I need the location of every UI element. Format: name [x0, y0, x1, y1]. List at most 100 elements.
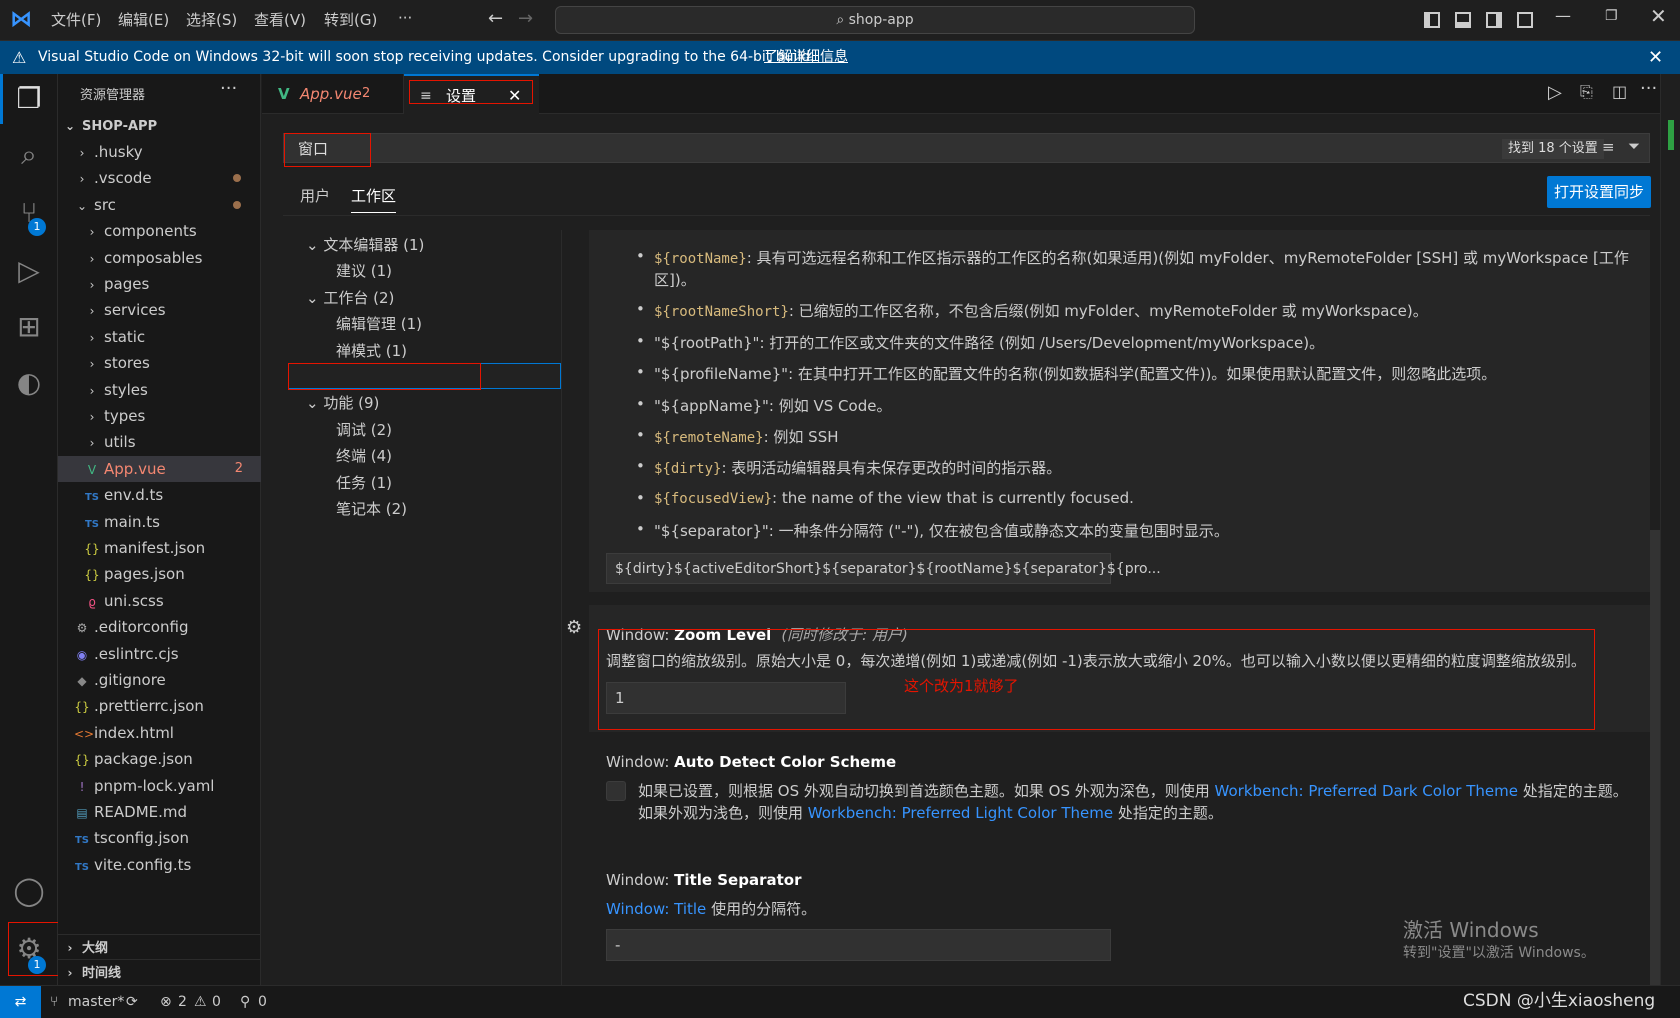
- timeline-section[interactable]: › 时间线: [58, 959, 261, 985]
- restore-icon[interactable]: ❐: [1605, 8, 1618, 24]
- light-theme-link[interactable]: Workbench: Preferred Light Color Theme: [808, 804, 1113, 822]
- toc-item[interactable]: 任务 (1): [336, 472, 392, 493]
- run-debug-icon[interactable]: ▷: [0, 254, 58, 287]
- tree-item[interactable]: V App.vue 2: [58, 455, 261, 482]
- tree-item[interactable]: › components: [58, 218, 261, 244]
- editor-scrollbar[interactable]: [1660, 74, 1680, 985]
- warning-count[interactable]: 0: [212, 986, 221, 1018]
- git-branch[interactable]: master*: [68, 986, 124, 1018]
- tree-item[interactable]: TS vite.config.ts: [58, 852, 261, 878]
- tree-item[interactable]: › utils: [58, 429, 261, 455]
- window-title-link[interactable]: Window: Title: [606, 900, 706, 918]
- toggle-primary-sidebar-icon[interactable]: [1424, 12, 1440, 28]
- tree-item[interactable]: TS tsconfig.json: [58, 825, 261, 851]
- remote-icon[interactable]: ⇄: [0, 986, 41, 1018]
- tree-item[interactable]: {} package.json: [58, 746, 261, 772]
- customize-layout-icon[interactable]: [1517, 12, 1533, 28]
- tree-item[interactable]: {} pages.json: [58, 561, 261, 587]
- toc-item[interactable]: ⌄ 工作台 (2): [306, 287, 394, 308]
- title-variable-item: • ${dirty}: 表明活动编辑器具有未保存更改的时间的指示器。: [636, 457, 1061, 478]
- menu-view[interactable]: 查看(V): [254, 9, 306, 30]
- explorer-more-icon[interactable]: ···: [220, 78, 237, 99]
- forward-arrow-icon[interactable]: →: [518, 8, 533, 29]
- search-view-icon[interactable]: ⌕: [0, 138, 58, 172]
- tree-item[interactable]: › services: [58, 297, 261, 323]
- tree-item[interactable]: <>index.html: [58, 720, 261, 746]
- explorer-icon[interactable]: ❐: [0, 82, 58, 115]
- extensions-icon[interactable]: ⊞: [0, 310, 58, 343]
- menu-file[interactable]: 文件(F): [51, 9, 101, 30]
- close-window-icon[interactable]: ✕: [1650, 4, 1667, 28]
- tree-item[interactable]: › stores: [58, 350, 261, 376]
- tree-item[interactable]: › pages: [58, 271, 261, 297]
- tree-item-label: stores: [104, 354, 150, 373]
- toggle-secondary-sidebar-icon[interactable]: [1486, 12, 1502, 28]
- tab-problem-count: 2: [362, 86, 371, 101]
- tree-item[interactable]: › static: [58, 324, 261, 350]
- run-icon[interactable]: ▷: [1548, 82, 1562, 103]
- tree-item[interactable]: TS env.d.ts: [58, 482, 261, 508]
- setting-gear-icon[interactable]: ⚙: [566, 617, 582, 638]
- settings-sync-button[interactable]: 打开设置同步: [1547, 176, 1651, 208]
- accounts-icon[interactable]: ◯: [0, 874, 58, 907]
- tree-item[interactable]: ◆ .gitignore: [58, 667, 261, 693]
- toc-item[interactable]: 禅模式 (1): [336, 340, 407, 361]
- menu-selection[interactable]: 选择(S): [186, 9, 237, 30]
- toggle-panel-icon[interactable]: [1455, 12, 1471, 28]
- command-center-search[interactable]: ⌕ shop-app: [555, 6, 1195, 34]
- toc-item[interactable]: 终端 (4): [336, 445, 392, 466]
- tree-item[interactable]: ϱ uni.scss: [58, 588, 261, 614]
- menu-more[interactable]: ···: [398, 9, 412, 27]
- banner-learn-more-link[interactable]: 了解详细信息: [764, 41, 848, 74]
- minimize-icon[interactable]: —: [1555, 6, 1571, 25]
- title-separator-input[interactable]: -: [606, 929, 1111, 961]
- toc-item[interactable]: ⌄ 功能 (9): [306, 392, 379, 413]
- split-editor-icon[interactable]: ◫: [1612, 82, 1627, 101]
- auto-prefix: Window:: [606, 753, 675, 771]
- tree-item[interactable]: ⚙ .editorconfig: [58, 614, 261, 640]
- tree-item[interactable]: › .vscode: [58, 165, 261, 191]
- tree-item[interactable]: › .husky: [58, 139, 261, 165]
- tree-item[interactable]: {} .prettierrc.json: [58, 693, 261, 719]
- clear-filter-icon[interactable]: ≡: [1602, 138, 1615, 156]
- tree-item[interactable]: › composables: [58, 245, 261, 271]
- dark-theme-link[interactable]: Workbench: Preferred Dark Color Theme: [1215, 782, 1518, 800]
- sync-icon[interactable]: ⟳: [126, 986, 138, 1018]
- title-bar: ⋈ 文件(F) 编辑(E) 选择(S) 查看(V) 转到(G) ··· ← → …: [0, 0, 1680, 41]
- error-count[interactable]: 2: [178, 986, 187, 1018]
- tree-item[interactable]: ! pnpm-lock.yaml: [58, 773, 261, 799]
- auto-detect-checkbox[interactable]: [606, 781, 626, 801]
- toc-item[interactable]: 建议 (1): [336, 260, 392, 281]
- tree-item[interactable]: TS main.ts: [58, 509, 261, 535]
- tab-workspace-settings[interactable]: 工作区: [351, 185, 397, 213]
- editor-more-icon[interactable]: ···: [1640, 78, 1657, 99]
- tab-user-settings[interactable]: 用户: [300, 185, 330, 206]
- scrollbar-thumb[interactable]: [1668, 120, 1674, 150]
- outline-section[interactable]: › 大纲: [58, 934, 261, 960]
- explorer-root[interactable]: ⌄ SHOP-APP: [58, 113, 261, 139]
- toc-item[interactable]: 编辑管理 (1): [336, 313, 422, 334]
- open-settings-json-icon[interactable]: ⎘: [1580, 82, 1593, 102]
- tree-item[interactable]: ◉ .eslintrc.cjs: [58, 641, 261, 667]
- menu-edit[interactable]: 编辑(E): [118, 9, 169, 30]
- edge-devtools-icon[interactable]: ◐: [0, 366, 58, 399]
- filter-icon[interactable]: ⏷: [1628, 137, 1640, 155]
- tree-item[interactable]: › styles: [58, 377, 261, 403]
- back-arrow-icon[interactable]: ←: [488, 8, 503, 29]
- window-title-input[interactable]: ${dirty}${activeEditorShort}${separator}…: [606, 553, 1161, 584]
- chevron-down-icon: ⌄: [306, 394, 324, 413]
- tab-app-vue[interactable]: V App.vue 2: [262, 74, 404, 114]
- toc-item[interactable]: 调试 (2): [336, 419, 392, 440]
- tree-item[interactable]: › types: [58, 403, 261, 429]
- toc-item[interactable]: 笔记本 (2): [336, 498, 407, 519]
- settings-search-input[interactable]: 窗口 找到 18 个设置 ≡ ⏷: [283, 133, 1650, 163]
- tree-item[interactable]: {} manifest.json: [58, 535, 261, 561]
- toc-item[interactable]: ⌄ 文本编辑器 (1): [306, 234, 424, 255]
- tree-item[interactable]: ▤ README.md: [58, 799, 261, 825]
- tree-item[interactable]: ⌄ src: [58, 192, 261, 218]
- menu-go[interactable]: 转到(G): [324, 9, 377, 30]
- settings-scrollbar-thumb[interactable]: [1650, 530, 1660, 985]
- highlight-box-search: [284, 133, 371, 167]
- banner-close-icon[interactable]: ✕: [1648, 41, 1663, 74]
- ports-count[interactable]: 0: [258, 986, 267, 1018]
